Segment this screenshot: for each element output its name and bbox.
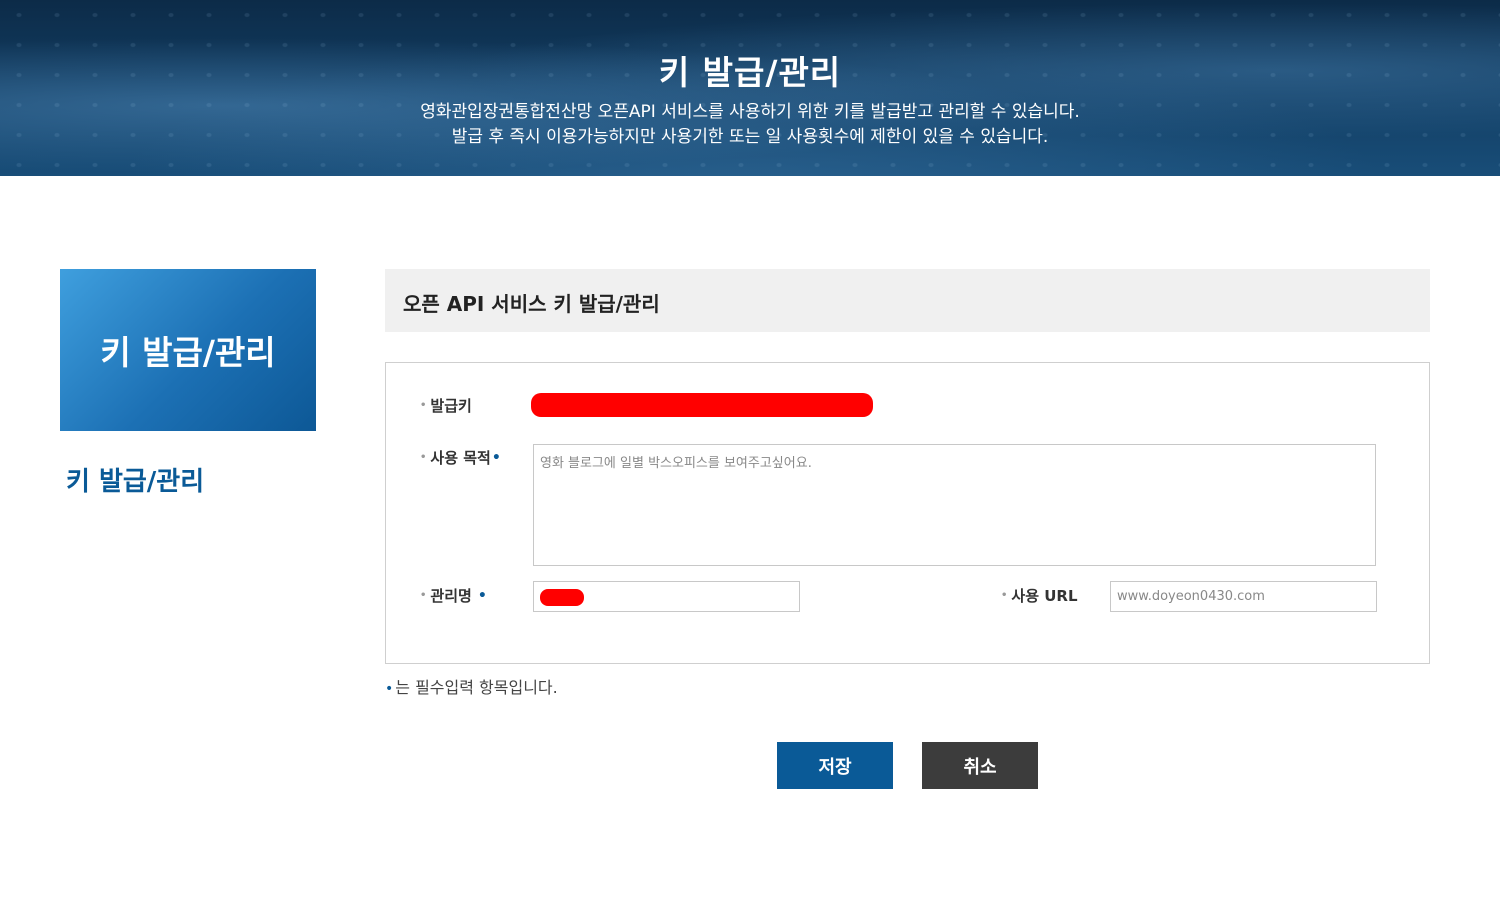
key-form: • 발급키 • 사용 목적 • 영화 블로그에 일별 박스오피스를 보여주고싶어… <box>385 362 1430 664</box>
issued-key-label: • 발급키 <box>420 395 472 416</box>
required-indicator: • <box>385 681 394 697</box>
banner-description-line1: 영화관입장권통합전산망 오픈API 서비스를 사용하기 위한 키를 발급받고 관… <box>420 102 1080 122</box>
url-label-text: 사용 URL <box>1011 587 1078 605</box>
section-title: 오픈 API 서비스 키 발급/관리 <box>403 292 660 316</box>
url-input[interactable] <box>1110 581 1377 612</box>
issued-key-label-text: 발급키 <box>430 397 472 415</box>
purpose-label-text: 사용 목적 <box>430 449 491 467</box>
sidebar-title-box: 키 발급/관리 <box>60 269 316 431</box>
banner-description-line2: 발급 후 즉시 이용가능하지만 사용기한 또는 일 사용횟수에 제한이 있을 수… <box>451 127 1049 147</box>
label-bullet: • <box>420 452 427 463</box>
page-banner: 키 발급/관리 영화관입장권통합전산망 오픈API 서비스를 사용하기 위한 키… <box>0 0 1500 176</box>
label-bullet: • <box>1001 590 1008 601</box>
section-header: 오픈 API 서비스 키 발급/관리 <box>385 269 1430 332</box>
issued-key-value-redacted <box>531 393 873 417</box>
required-indicator: • <box>491 449 501 466</box>
required-indicator: • <box>477 587 487 604</box>
label-bullet: • <box>420 590 427 601</box>
manager-name-value-redacted <box>540 589 584 606</box>
cancel-button[interactable]: 취소 <box>922 742 1038 789</box>
required-note-text: 는 필수입력 항목입니다. <box>395 678 558 697</box>
url-label: • 사용 URL <box>1001 585 1078 606</box>
manager-name-label: • 관리명 • <box>420 585 487 606</box>
purpose-textarea[interactable]: 영화 블로그에 일별 박스오피스를 보여주고싶어요. <box>533 444 1376 566</box>
required-fields-note: • 는 필수입력 항목입니다. <box>385 674 558 698</box>
manager-name-input[interactable] <box>533 581 800 612</box>
sidebar-item-key-management[interactable]: 키 발급/관리 <box>66 461 204 498</box>
label-bullet: • <box>420 400 427 411</box>
save-button[interactable]: 저장 <box>777 742 893 789</box>
banner-title: 키 발급/관리 <box>658 53 842 92</box>
manager-name-label-text: 관리명 <box>430 587 472 605</box>
purpose-label: • 사용 목적 • <box>420 447 501 468</box>
sidebar-title: 키 발급/관리 <box>100 333 276 372</box>
